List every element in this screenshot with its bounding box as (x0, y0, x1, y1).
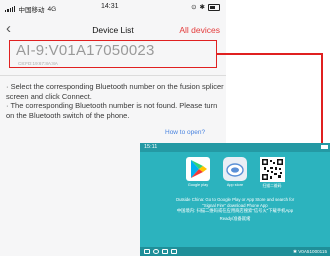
device-list-item[interactable]: AI-9:V01A17050023 C8:FD:19:67:8A:8A (9, 40, 217, 68)
ready-status: Ready/准备就绪 (219, 215, 251, 221)
app-label: Google play (187, 183, 209, 187)
instructions: · Select the corresponding Bluetooth num… (6, 82, 224, 120)
instruction-line: · The corresponding Bluetooth number is … (6, 101, 218, 120)
app-label: App store (226, 183, 244, 187)
status-bar: 中国移动 4G 14:31 ⊙ ✱ (0, 0, 226, 16)
qr-code-tile: 扫描二维码 (257, 157, 287, 189)
bluetooth-id-value: V0A51000115 (298, 249, 327, 254)
app-store-tile[interactable]: App store (220, 157, 250, 187)
google-play-icon (186, 157, 210, 181)
settings-icon[interactable] (153, 249, 159, 254)
tools-icon[interactable] (162, 249, 168, 254)
image-icon[interactable] (144, 249, 150, 254)
splicer-time: 15:11 (144, 144, 158, 150)
lock-icon[interactable] (171, 249, 177, 254)
app-store-icon (223, 157, 247, 181)
bluetooth-status-icon: ✱ (199, 4, 205, 11)
instruction-line: · Select the corresponding Bluetooth num… (6, 82, 224, 101)
device-name: AI-9:V01A17050023 (16, 42, 155, 59)
download-instructions: Outside China: Go to Google Play or App … (140, 197, 330, 221)
bluetooth-id: ✱ V0A51000115 (293, 249, 327, 254)
all-devices-button[interactable]: All devices (179, 25, 220, 35)
splicer-status-bar: 15:11 (140, 143, 330, 152)
connector-line (217, 53, 323, 55)
status-time: 14:31 (101, 3, 119, 10)
carrier-name: 中国移动 (18, 7, 45, 14)
network-type: 4G (47, 5, 57, 13)
splicer-bottom-bar: ✱ V0A51000115 (140, 247, 330, 256)
alarm-icon: ⊙ (191, 4, 197, 11)
device-mac-address: C8:FD:19:67:8A:8A (18, 61, 58, 66)
signal-icon (5, 6, 16, 12)
divider (0, 75, 226, 76)
instruction-line: 中国境内: 扫描二维码或在应用商店搜索"信号火"下载手机App (176, 208, 294, 214)
app-label: 扫描二维码 (262, 184, 282, 188)
how-to-open-link[interactable]: How to open? (165, 129, 205, 136)
qr-code-icon (259, 157, 285, 182)
google-play-tile[interactable]: Google play (183, 157, 213, 187)
battery-icon (208, 3, 220, 11)
splicer-battery-icon (321, 145, 328, 149)
splicer-screen: 15:11 Google play App store 扫描二维码 Outsid… (140, 143, 330, 256)
